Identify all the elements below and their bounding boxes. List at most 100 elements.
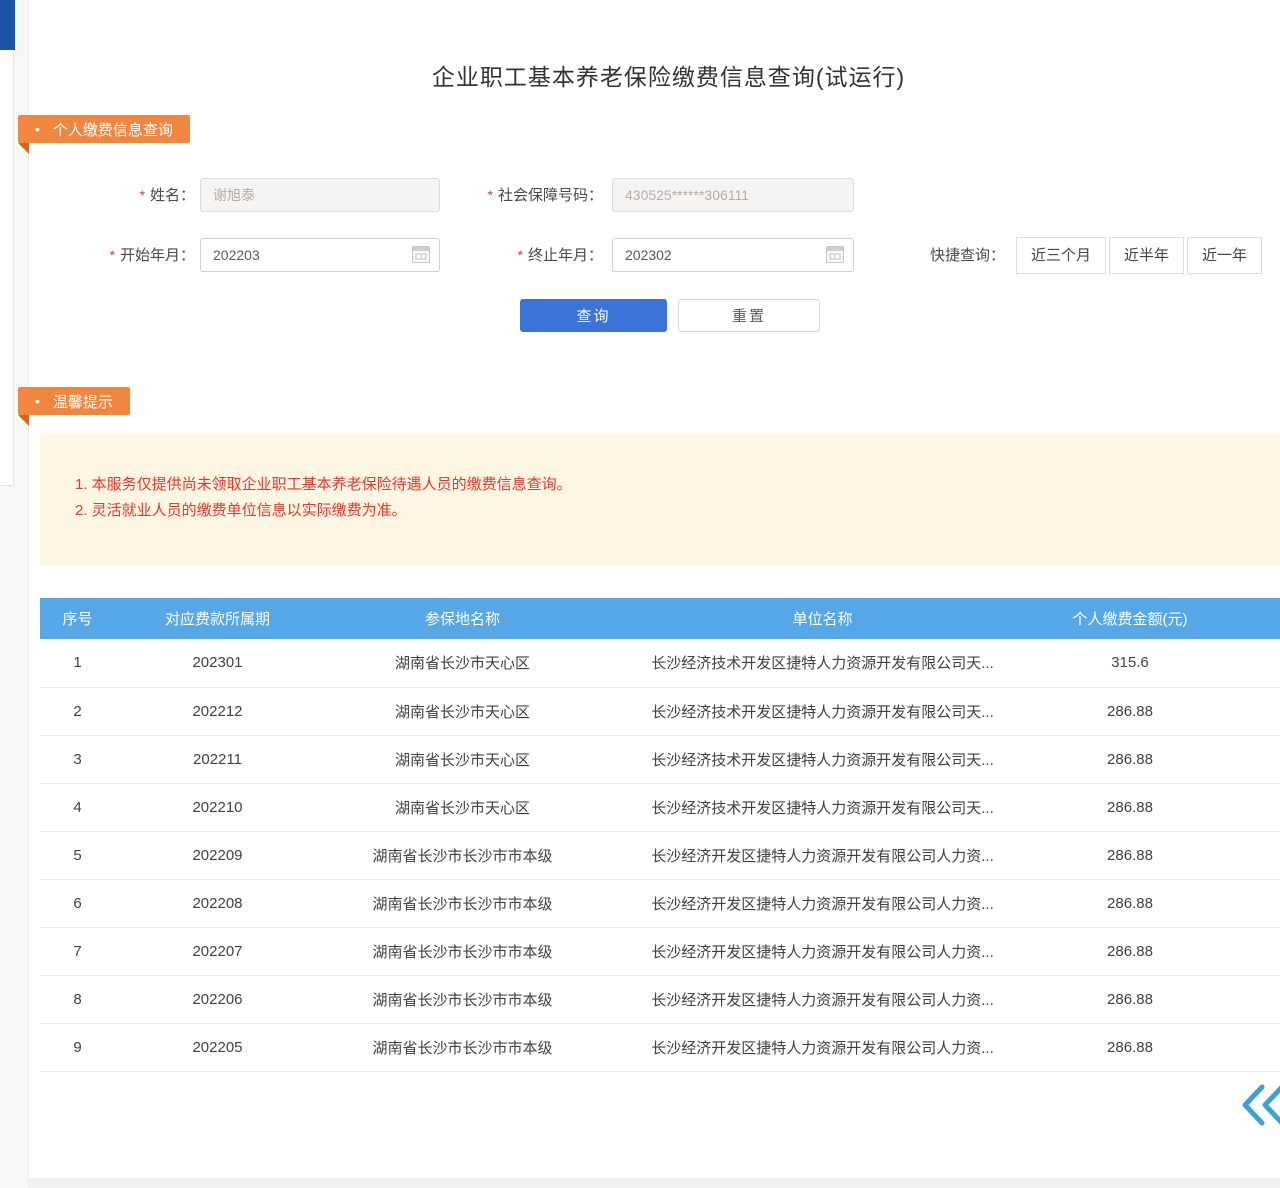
table-row: 7 202207 湖南省长沙市长沙市市本级 长沙经济开发区捷特人力资源开发有限公…: [40, 927, 1280, 975]
cell-index: 5: [40, 831, 115, 879]
cell-insured-place: 湖南省长沙市天心区: [320, 687, 605, 735]
cell-amount: 286.88: [1040, 831, 1280, 879]
section-label: 个人缴费信息查询: [53, 119, 173, 140]
cell-insured-place: 湖南省长沙市长沙市市本级: [320, 831, 605, 879]
table-header-row: 序号 对应费款所属期 参保地名称 单位名称 个人缴费金额(元): [40, 598, 1280, 639]
cell-insured-place: 湖南省长沙市长沙市市本级: [320, 1023, 605, 1071]
cell-index: 9: [40, 1023, 115, 1071]
table-row: 1 202301 湖南省长沙市天心区 长沙经济技术开发区捷特人力资源开发有限公司…: [40, 639, 1280, 687]
bullet-icon: •: [35, 121, 40, 137]
cell-employer: 长沙经济开发区捷特人力资源开发有限公司人力资...: [605, 879, 1040, 927]
cell-amount: 286.88: [1040, 879, 1280, 927]
cell-period: 202207: [115, 927, 320, 975]
cell-employer: 长沙经济开发区捷特人力资源开发有限公司人力资...: [605, 975, 1040, 1023]
cell-period: 202208: [115, 879, 320, 927]
required-asterisk: *: [140, 187, 145, 203]
cell-employer: 长沙经济技术开发区捷特人力资源开发有限公司天...: [605, 735, 1040, 783]
ribbon-fold-icon: [18, 415, 29, 426]
tip-line-1: 1. 本服务仅提供尚未领取企业职工基本养老保险待遇人员的缴费信息查询。: [75, 472, 1260, 498]
cell-insured-place: 湖南省长沙市天心区: [320, 639, 605, 687]
end-month-label: *终止年月：: [455, 238, 603, 272]
section-header-tips: • 温馨提示: [18, 387, 130, 415]
table-row: 2 202212 湖南省长沙市天心区 长沙经济技术开发区捷特人力资源开发有限公司…: [40, 687, 1280, 735]
table-row: 3 202211 湖南省长沙市天心区 长沙经济技术开发区捷特人力资源开发有限公司…: [40, 735, 1280, 783]
quick-query-label: 快捷查询：: [930, 238, 1005, 274]
cell-insured-place: 湖南省长沙市长沙市市本级: [320, 879, 605, 927]
tip-line-2: 2. 灵活就业人员的缴费单位信息以实际缴费为准。: [75, 498, 1260, 524]
cell-index: 2: [40, 687, 115, 735]
section-header-personal-payment-query: • 个人缴费信息查询: [18, 115, 190, 143]
payments-table: 序号 对应费款所属期 参保地名称 单位名称 个人缴费金额(元) 1 202301…: [40, 598, 1280, 1072]
table-body: 1 202301 湖南省长沙市天心区 长沙经济技术开发区捷特人力资源开发有限公司…: [40, 639, 1280, 1071]
page-title: 企业职工基本养老保险缴费信息查询(试运行): [57, 58, 1280, 92]
cell-index: 3: [40, 735, 115, 783]
reset-button[interactable]: 重置: [678, 299, 820, 332]
cell-period: 202211: [115, 735, 320, 783]
cell-employer: 长沙经济开发区捷特人力资源开发有限公司人力资...: [605, 927, 1040, 975]
page: 企业职工基本养老保险缴费信息查询(试运行) • 个人缴费信息查询 *姓名： *社…: [0, 0, 1280, 1188]
required-asterisk: *: [110, 247, 115, 263]
ssn-label: *社会保障号码：: [455, 178, 603, 212]
tips-panel: 1. 本服务仅提供尚未领取企业职工基本养老保险待遇人员的缴费信息查询。 2. 灵…: [40, 434, 1280, 566]
cell-insured-place: 湖南省长沙市天心区: [320, 735, 605, 783]
start-month-label: *开始年月：: [60, 238, 195, 272]
col-header-employer: 单位名称: [605, 598, 1040, 639]
cell-index: 1: [40, 639, 115, 687]
cell-period: 202206: [115, 975, 320, 1023]
cell-amount: 286.88: [1040, 975, 1280, 1023]
col-header-insured-place: 参保地名称: [320, 598, 605, 639]
cell-index: 8: [40, 975, 115, 1023]
required-asterisk: *: [518, 247, 523, 263]
cell-insured-place: 湖南省长沙市天心区: [320, 783, 605, 831]
quick-last-3-months-button[interactable]: 近三个月: [1016, 237, 1106, 274]
table-row: 8 202206 湖南省长沙市长沙市市本级 长沙经济开发区捷特人力资源开发有限公…: [40, 975, 1280, 1023]
calendar-icon[interactable]: [826, 246, 844, 263]
ribbon-fold-icon: [18, 143, 29, 154]
table-row: 5 202209 湖南省长沙市长沙市市本级 长沙经济开发区捷特人力资源开发有限公…: [40, 831, 1280, 879]
cell-amount: 286.88: [1040, 735, 1280, 783]
quick-query-group: 近三个月 近半年 近一年: [1016, 237, 1262, 274]
collapse-double-left-chevron-icon[interactable]: [1238, 1082, 1280, 1128]
table-row: 4 202210 湖南省长沙市天心区 长沙经济技术开发区捷特人力资源开发有限公司…: [40, 783, 1280, 831]
cell-insured-place: 湖南省长沙市长沙市市本级: [320, 975, 605, 1023]
side-panel-edge: [0, 0, 14, 486]
quick-last-year-button[interactable]: 近一年: [1187, 237, 1262, 274]
cell-amount: 286.88: [1040, 687, 1280, 735]
social-security-number-field[interactable]: [612, 178, 854, 212]
table-row: 6 202208 湖南省长沙市长沙市市本级 长沙经济开发区捷特人力资源开发有限公…: [40, 879, 1280, 927]
side-panel-blue-fragment: [0, 0, 15, 50]
section-label: 温馨提示: [53, 391, 113, 412]
name-field[interactable]: [200, 178, 440, 212]
query-button[interactable]: 查询: [520, 299, 667, 332]
cell-amount: 315.6: [1040, 639, 1280, 687]
cell-index: 6: [40, 879, 115, 927]
bottom-background-strip: [28, 1178, 1280, 1188]
cell-insured-place: 湖南省长沙市长沙市市本级: [320, 927, 605, 975]
start-month-field[interactable]: [200, 238, 440, 272]
cell-amount: 286.88: [1040, 927, 1280, 975]
cell-employer: 长沙经济技术开发区捷特人力资源开发有限公司天...: [605, 783, 1040, 831]
cell-amount: 286.88: [1040, 1023, 1280, 1071]
bullet-icon: •: [35, 393, 40, 409]
col-header-index: 序号: [40, 598, 115, 639]
cell-period: 202209: [115, 831, 320, 879]
cell-period: 202212: [115, 687, 320, 735]
cell-period: 202301: [115, 639, 320, 687]
name-label: *姓名：: [60, 178, 195, 212]
cell-employer: 长沙经济开发区捷特人力资源开发有限公司人力资...: [605, 831, 1040, 879]
cell-period: 202210: [115, 783, 320, 831]
end-month-field[interactable]: [612, 238, 854, 272]
cell-period: 202205: [115, 1023, 320, 1071]
cell-amount: 286.88: [1040, 783, 1280, 831]
table-row: 9 202205 湖南省长沙市长沙市市本级 长沙经济开发区捷特人力资源开发有限公…: [40, 1023, 1280, 1071]
col-header-period: 对应费款所属期: [115, 598, 320, 639]
cell-index: 7: [40, 927, 115, 975]
cell-index: 4: [40, 783, 115, 831]
cell-employer: 长沙经济技术开发区捷特人力资源开发有限公司天...: [605, 639, 1040, 687]
required-asterisk: *: [488, 187, 493, 203]
col-header-amount: 个人缴费金额(元): [1040, 598, 1280, 639]
quick-last-half-year-button[interactable]: 近半年: [1109, 237, 1184, 274]
cell-employer: 长沙经济开发区捷特人力资源开发有限公司人力资...: [605, 1023, 1040, 1071]
calendar-icon[interactable]: [412, 246, 430, 263]
cell-employer: 长沙经济技术开发区捷特人力资源开发有限公司天...: [605, 687, 1040, 735]
